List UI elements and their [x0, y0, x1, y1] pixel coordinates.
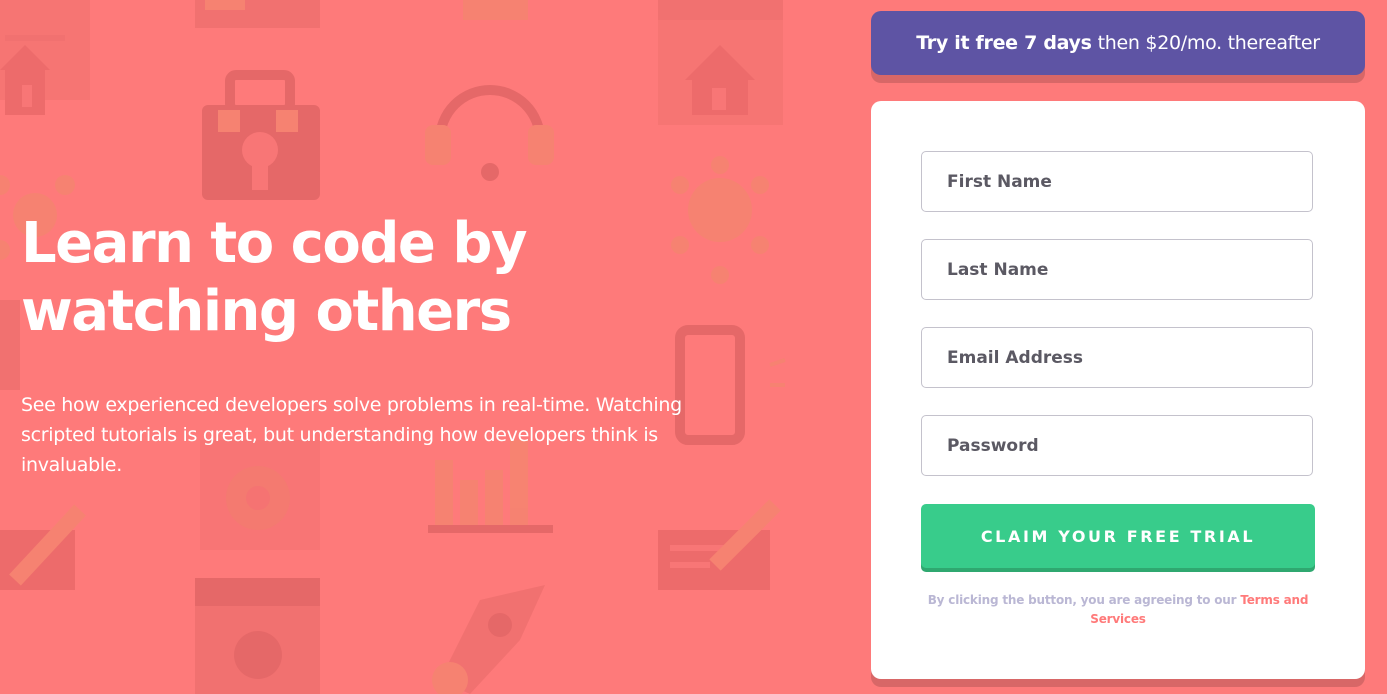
rocket-icon — [432, 585, 545, 694]
pencil-icon — [0, 504, 86, 590]
terms-text: By clicking the button, you are agreeing… — [927, 593, 1241, 607]
browser-icon — [195, 0, 320, 28]
hero-section: Learn to code by watching others See how… — [21, 210, 781, 480]
pencil-icon — [658, 499, 781, 590]
headset-icon — [425, 0, 554, 181]
last-name-input[interactable] — [921, 239, 1313, 300]
promo-bold-text: Try it free 7 days — [916, 32, 1092, 54]
email-input[interactable] — [921, 327, 1313, 388]
toolbox-icon — [202, 70, 320, 200]
first-name-input[interactable] — [921, 151, 1313, 212]
hero-title-line1: Learn to code by — [21, 211, 528, 276]
browser-icon — [0, 300, 20, 390]
hero-title-line2: watching others — [21, 279, 512, 344]
hero-description: See how experienced developers solve pro… — [21, 394, 682, 476]
trial-promo-banner: Try it free 7 days then $20/mo. thereaft… — [871, 11, 1365, 75]
password-input[interactable] — [921, 415, 1313, 476]
claim-free-trial-button[interactable]: CLAIM YOUR FREE TRIAL — [921, 504, 1315, 568]
signup-form: CLAIM YOUR FREE TRIAL By clicking the bu… — [871, 101, 1365, 679]
magnifier-icon — [195, 578, 320, 694]
promo-price-text: then $20/mo. thereafter — [1097, 32, 1320, 54]
terms-notice: By clicking the button, you are agreeing… — [921, 591, 1315, 629]
hero-title: Learn to code by watching others — [21, 210, 781, 346]
